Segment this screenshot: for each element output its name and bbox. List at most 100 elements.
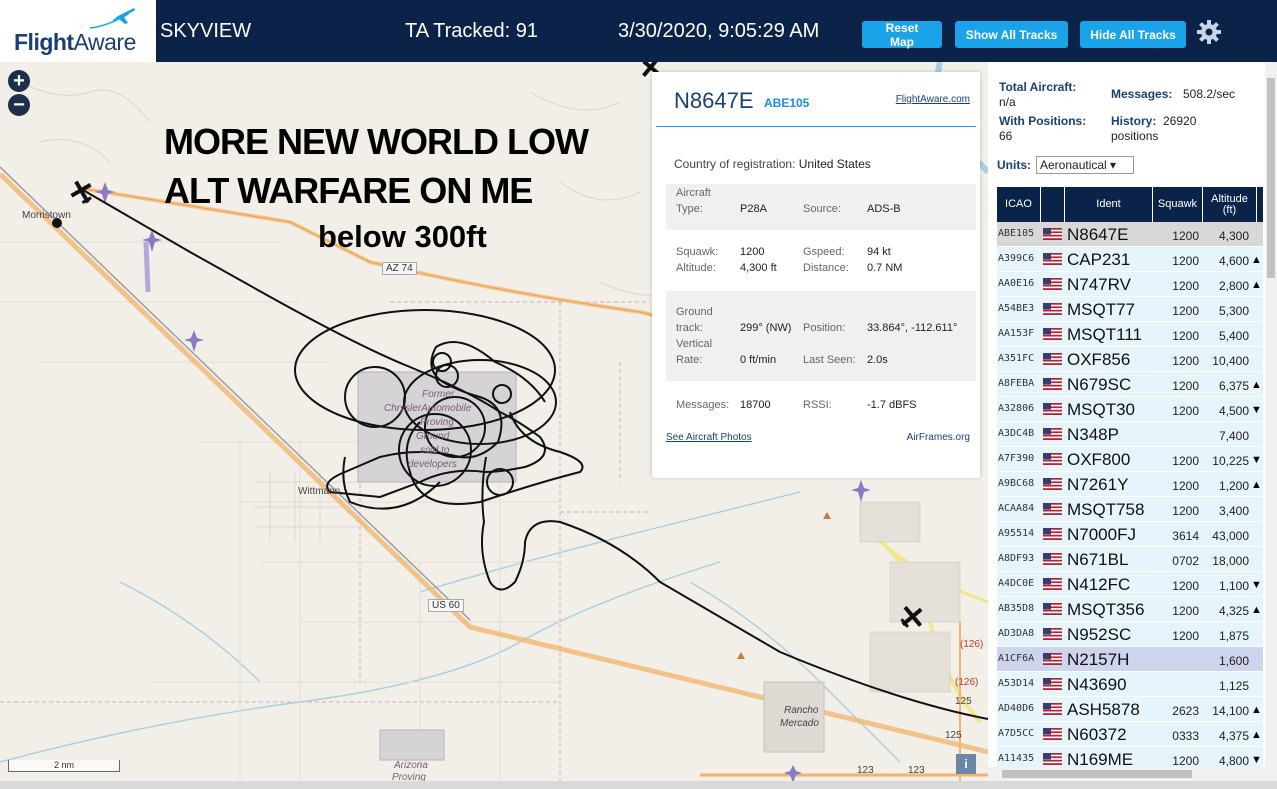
row-icao: A32806 — [998, 403, 1035, 414]
col-ident[interactable]: Ident — [1065, 187, 1153, 222]
table-row[interactable]: AA0E16 N747RV 1200 2,800 ▲ — [997, 272, 1263, 297]
horizontal-scroll-thumb[interactable] — [1002, 770, 1192, 778]
popup-registration: N8647E — [674, 88, 754, 113]
row-ident: N679SC — [1067, 375, 1132, 394]
table-row[interactable]: A9BC68 N7261Y 1200 1,200 ▲ — [997, 472, 1263, 497]
row-altitude: 4,500 — [1218, 404, 1249, 418]
table-row[interactable]: A8FEBA N679SC 1200 6,375 ▲ — [997, 372, 1263, 397]
popup-ident[interactable]: ABE105 — [764, 96, 809, 110]
vertical-scroll-thumb[interactable] — [1267, 78, 1275, 278]
col-flag[interactable] — [1041, 187, 1065, 222]
last-seen-value: 2.0s — [867, 354, 888, 366]
us-flag-icon — [1043, 428, 1062, 440]
with-positions-label: With Positions: — [999, 114, 1087, 128]
row-altitude: 7,400 — [1218, 429, 1249, 443]
col-altitude[interactable]: Altitude (ft) — [1203, 187, 1257, 222]
hide-all-tracks-button[interactable]: Hide All Tracks — [1080, 21, 1186, 48]
squawk-label: Squawk: — [676, 246, 719, 258]
table-row[interactable]: A32806 MSQT30 1200 4,500 ▼ — [997, 397, 1263, 422]
col-squawk[interactable]: Squawk — [1153, 187, 1203, 222]
panel-vertical-scrollbar[interactable] — [1265, 62, 1277, 767]
row-altitude: 1,600 — [1218, 654, 1249, 668]
table-row[interactable]: A351FC OXF856 1200 10,400 — [997, 347, 1263, 372]
gspeed-value: 94 kt — [867, 246, 891, 258]
table-row[interactable]: AD3DA8 N952SC 1200 1,875 — [997, 622, 1263, 647]
row-altitude: 4,325 — [1218, 604, 1249, 618]
table-row[interactable]: ACAA84 MSQT758 1200 3,400 — [997, 497, 1263, 522]
rssi-label: RSSI: — [803, 399, 832, 411]
row-altitude: 18,000 — [1212, 554, 1249, 568]
ground-track-value: 299° (NW) — [740, 322, 792, 334]
table-row[interactable]: ABE105 N8647E 1200 4,300 — [997, 222, 1263, 247]
table-row[interactable]: AB35D8 MSQT356 1200 4,325 ▲ — [997, 597, 1263, 622]
road-az74: AZ 74 — [382, 262, 417, 275]
with-positions-value: 66 — [999, 129, 1013, 143]
table-row[interactable]: AD40D6 ASH5878 2623 14,100 ▲ — [997, 697, 1263, 722]
zoom-out-button[interactable]: − — [8, 94, 30, 116]
row-trend-icon: ▲ — [1251, 604, 1262, 616]
table-row[interactable]: A8DF93 N671BL 0702 18,000 — [997, 547, 1263, 572]
table-row[interactable]: A7D5CC N60372 0333 4,375 ▲ — [997, 722, 1263, 747]
show-all-tracks-button[interactable]: Show All Tracks — [955, 21, 1068, 48]
gear-icon[interactable] — [1196, 19, 1222, 45]
aircraft-list-panel: Total Aircraft: n/a With Positions: 66 M… — [988, 62, 1277, 789]
us-flag-icon — [1043, 253, 1062, 265]
us-flag-icon — [1043, 228, 1062, 240]
airframes-link[interactable]: AirFrames.org — [907, 432, 970, 443]
gspeed-label: Gspeed: — [803, 246, 845, 258]
road-123-b: 123 — [908, 765, 925, 776]
row-altitude: 10,400 — [1212, 354, 1249, 368]
logo-flight: Flight — [14, 29, 74, 55]
table-row[interactable]: A7F390 OXF800 1200 10,225 ▼ — [997, 447, 1263, 472]
us-flag-icon — [1043, 628, 1062, 640]
row-altitude: 1,100 — [1218, 579, 1249, 593]
place-former-2: ChryslerAutomobile — [384, 403, 472, 414]
row-ident: OXF800 — [1067, 450, 1131, 469]
history-value: 26920 — [1163, 114, 1197, 128]
row-squawk: 2623 — [1172, 704, 1199, 718]
table-row[interactable]: A54BE3 MSQT77 1200 5,300 — [997, 297, 1263, 322]
flightaware-logo[interactable]: FlightAware — [0, 0, 156, 62]
row-squawk: 0333 — [1172, 729, 1199, 743]
row-altitude: 4,375 — [1218, 729, 1249, 743]
row-icao: A7F390 — [998, 453, 1035, 464]
us-flag-icon — [1043, 653, 1062, 665]
row-icao: A95514 — [998, 528, 1035, 539]
vertical-rate-value: 0 ft/min — [740, 354, 777, 366]
position-value: 33.864°, -112.611° — [867, 322, 958, 334]
row-ident: N348P — [1067, 425, 1119, 444]
place-former-5: sold to — [420, 445, 450, 456]
row-trend-icon: ▼ — [1251, 579, 1262, 591]
row-squawk: 1200 — [1172, 404, 1199, 418]
place-arizona-1: Arizona — [394, 760, 428, 771]
row-squawk: 3614 — [1172, 529, 1199, 543]
reset-map-button[interactable]: Reset Map — [862, 21, 942, 49]
table-row[interactable]: A399C6 CAP231 1200 4,600 ▲ — [997, 247, 1263, 272]
panel-horizontal-scrollbar[interactable] — [988, 767, 1277, 781]
zoom-in-button[interactable]: + — [8, 70, 30, 92]
table-row[interactable]: A1CF6A N2157H 1,600 — [997, 647, 1263, 672]
popup-divider — [656, 126, 976, 127]
row-trend-icon: ▲ — [1251, 279, 1262, 291]
us-flag-icon — [1043, 678, 1062, 690]
flightaware-link[interactable]: FlightAware.com — [896, 94, 970, 105]
col-icao[interactable]: ICAO — [997, 187, 1041, 222]
row-altitude: 1,875 — [1218, 629, 1249, 643]
table-row[interactable]: A53D14 N43690 1,125 — [997, 672, 1263, 697]
place-former-4: Ground — [416, 431, 450, 442]
table-row[interactable]: A4DC0E N412FC 1200 1,100 ▼ — [997, 572, 1263, 597]
table-row[interactable]: A3DC4B N348P 7,400 — [997, 422, 1263, 447]
aircraft-photos-link[interactable]: See Aircraft Photos — [666, 432, 752, 443]
row-icao: A54BE3 — [998, 303, 1035, 314]
map-info-button[interactable]: i — [956, 754, 976, 774]
us-flag-icon — [1043, 728, 1062, 740]
table-row[interactable]: A95514 N7000FJ 3614 43,000 — [997, 522, 1263, 547]
top-bar: FlightAware SKYVIEW TA Tracked: 91 3/30/… — [0, 0, 1277, 62]
row-altitude: 1,125 — [1218, 679, 1249, 693]
table-row[interactable]: AA153F MSQT111 1200 5,400 — [997, 322, 1263, 347]
row-ident: N7261Y — [1067, 475, 1129, 494]
row-squawk: 1200 — [1172, 254, 1199, 268]
units-select[interactable]: Aeronautical ▾ — [1036, 156, 1134, 174]
row-ident: N43690 — [1067, 675, 1127, 694]
row-ident: MSQT111 — [1067, 325, 1142, 344]
